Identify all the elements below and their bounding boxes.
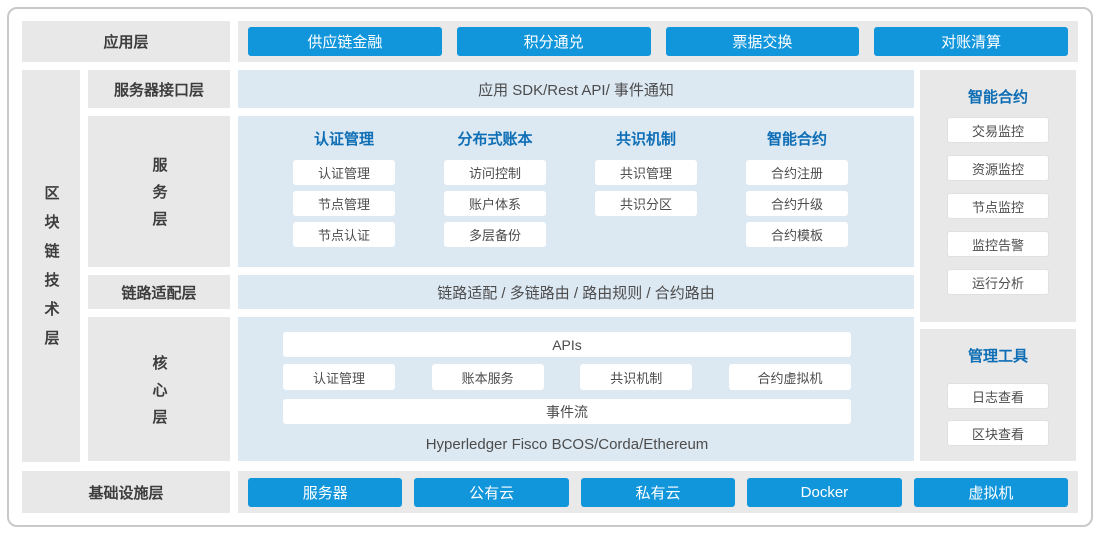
service-box: 多层备份 — [444, 222, 546, 247]
core-module-box: 共识机制 — [580, 364, 692, 390]
monitor-item: 监控告警 — [947, 231, 1049, 257]
smart-contract-column: 智能合约 合约注册 合约升级 合约模板 — [746, 116, 848, 253]
core-module-box: 账本服务 — [432, 364, 544, 390]
supply-chain-finance-button: 供应链金融 — [248, 27, 442, 56]
service-box: 合约模板 — [746, 222, 848, 247]
private-cloud-button: 私有云 — [581, 478, 735, 507]
service-layer-panel: 认证管理 认证管理 节点管理 节点认证 分布式账本 访问控制 账户体系 多层备份… — [238, 116, 914, 267]
monitor-item: 节点监控 — [947, 193, 1049, 219]
architecture-diagram: 应用层 供应链金融 积分通兑 票据交换 对账清算 区块链技术层 服务器接口层 服… — [0, 0, 1100, 534]
monitor-item: 运行分析 — [947, 269, 1049, 295]
sdk-api-bar: 应用 SDK/Rest API/ 事件通知 — [238, 70, 914, 108]
management-tools-panel: 管理工具 日志查看 区块查看 — [920, 329, 1076, 461]
tool-item: 区块查看 — [947, 420, 1049, 446]
app-layer-strip: 供应链金融 积分通兑 票据交换 对账清算 — [238, 21, 1078, 62]
service-box: 认证管理 — [293, 160, 395, 185]
service-box: 合约升级 — [746, 191, 848, 216]
infra-layer-label: 基础设施层 — [22, 471, 230, 513]
consensus-mechanism-column: 共识机制 共识管理 共识分区 — [595, 116, 697, 253]
public-cloud-button: 公有云 — [414, 478, 568, 507]
bill-exchange-button: 票据交换 — [666, 27, 860, 56]
service-box: 访问控制 — [444, 160, 546, 185]
monitor-item: 交易监控 — [947, 117, 1049, 143]
service-box: 共识管理 — [595, 160, 697, 185]
service-box: 节点认证 — [293, 222, 395, 247]
link-route-bar: 链路适配 / 多链路由 / 路由规则 / 合约路由 — [238, 275, 914, 309]
service-layer-label: 服务层 — [88, 116, 230, 267]
smart-contract-column-title: 智能合约 — [746, 129, 848, 150]
distributed-ledger-column-title: 分布式账本 — [444, 129, 546, 150]
server-button: 服务器 — [248, 478, 402, 507]
core-layer-panel: APIs 认证管理 账本服务 共识机制 合约虚拟机 事件流 Hyperledge… — [238, 317, 914, 461]
auth-management-column: 认证管理 认证管理 节点管理 节点认证 — [293, 116, 395, 253]
core-layer-label: 核心层 — [88, 317, 230, 461]
service-box: 节点管理 — [293, 191, 395, 216]
tool-item: 日志查看 — [947, 383, 1049, 409]
app-layer-label: 应用层 — [22, 21, 230, 62]
auth-management-column-title: 认证管理 — [293, 129, 395, 150]
event-stream-bar: 事件流 — [283, 399, 851, 424]
service-box: 账户体系 — [444, 191, 546, 216]
apis-bar: APIs — [283, 332, 851, 357]
monitor-panel: 智能合约 交易监控 资源监控 节点监控 监控告警 运行分析 — [920, 70, 1076, 322]
consensus-mechanism-column-title: 共识机制 — [595, 129, 697, 150]
link-adapter-layer-label: 链路适配层 — [88, 275, 230, 309]
distributed-ledger-column: 分布式账本 访问控制 账户体系 多层备份 — [444, 116, 546, 253]
virtual-machine-button: 虚拟机 — [914, 478, 1068, 507]
service-box: 共识分区 — [595, 191, 697, 216]
blockchain-platforms-text: Hyperledger Fisco BCOS/Corda/Ethereum — [283, 436, 851, 453]
reconciliation-clearing-button: 对账清算 — [874, 27, 1068, 56]
points-exchange-button: 积分通兑 — [457, 27, 651, 56]
service-box: 合约注册 — [746, 160, 848, 185]
infra-layer-strip: 服务器 公有云 私有云 Docker 虚拟机 — [238, 471, 1078, 513]
server-interface-layer-label: 服务器接口层 — [88, 70, 230, 108]
monitor-item: 资源监控 — [947, 155, 1049, 181]
core-module-box: 合约虚拟机 — [729, 364, 851, 390]
core-module-box: 认证管理 — [283, 364, 395, 390]
docker-button: Docker — [747, 478, 901, 507]
blockchain-tech-layer-label: 区块链技术层 — [22, 70, 80, 462]
monitor-panel-title: 智能合约 — [968, 87, 1028, 108]
management-tools-title: 管理工具 — [968, 346, 1028, 367]
